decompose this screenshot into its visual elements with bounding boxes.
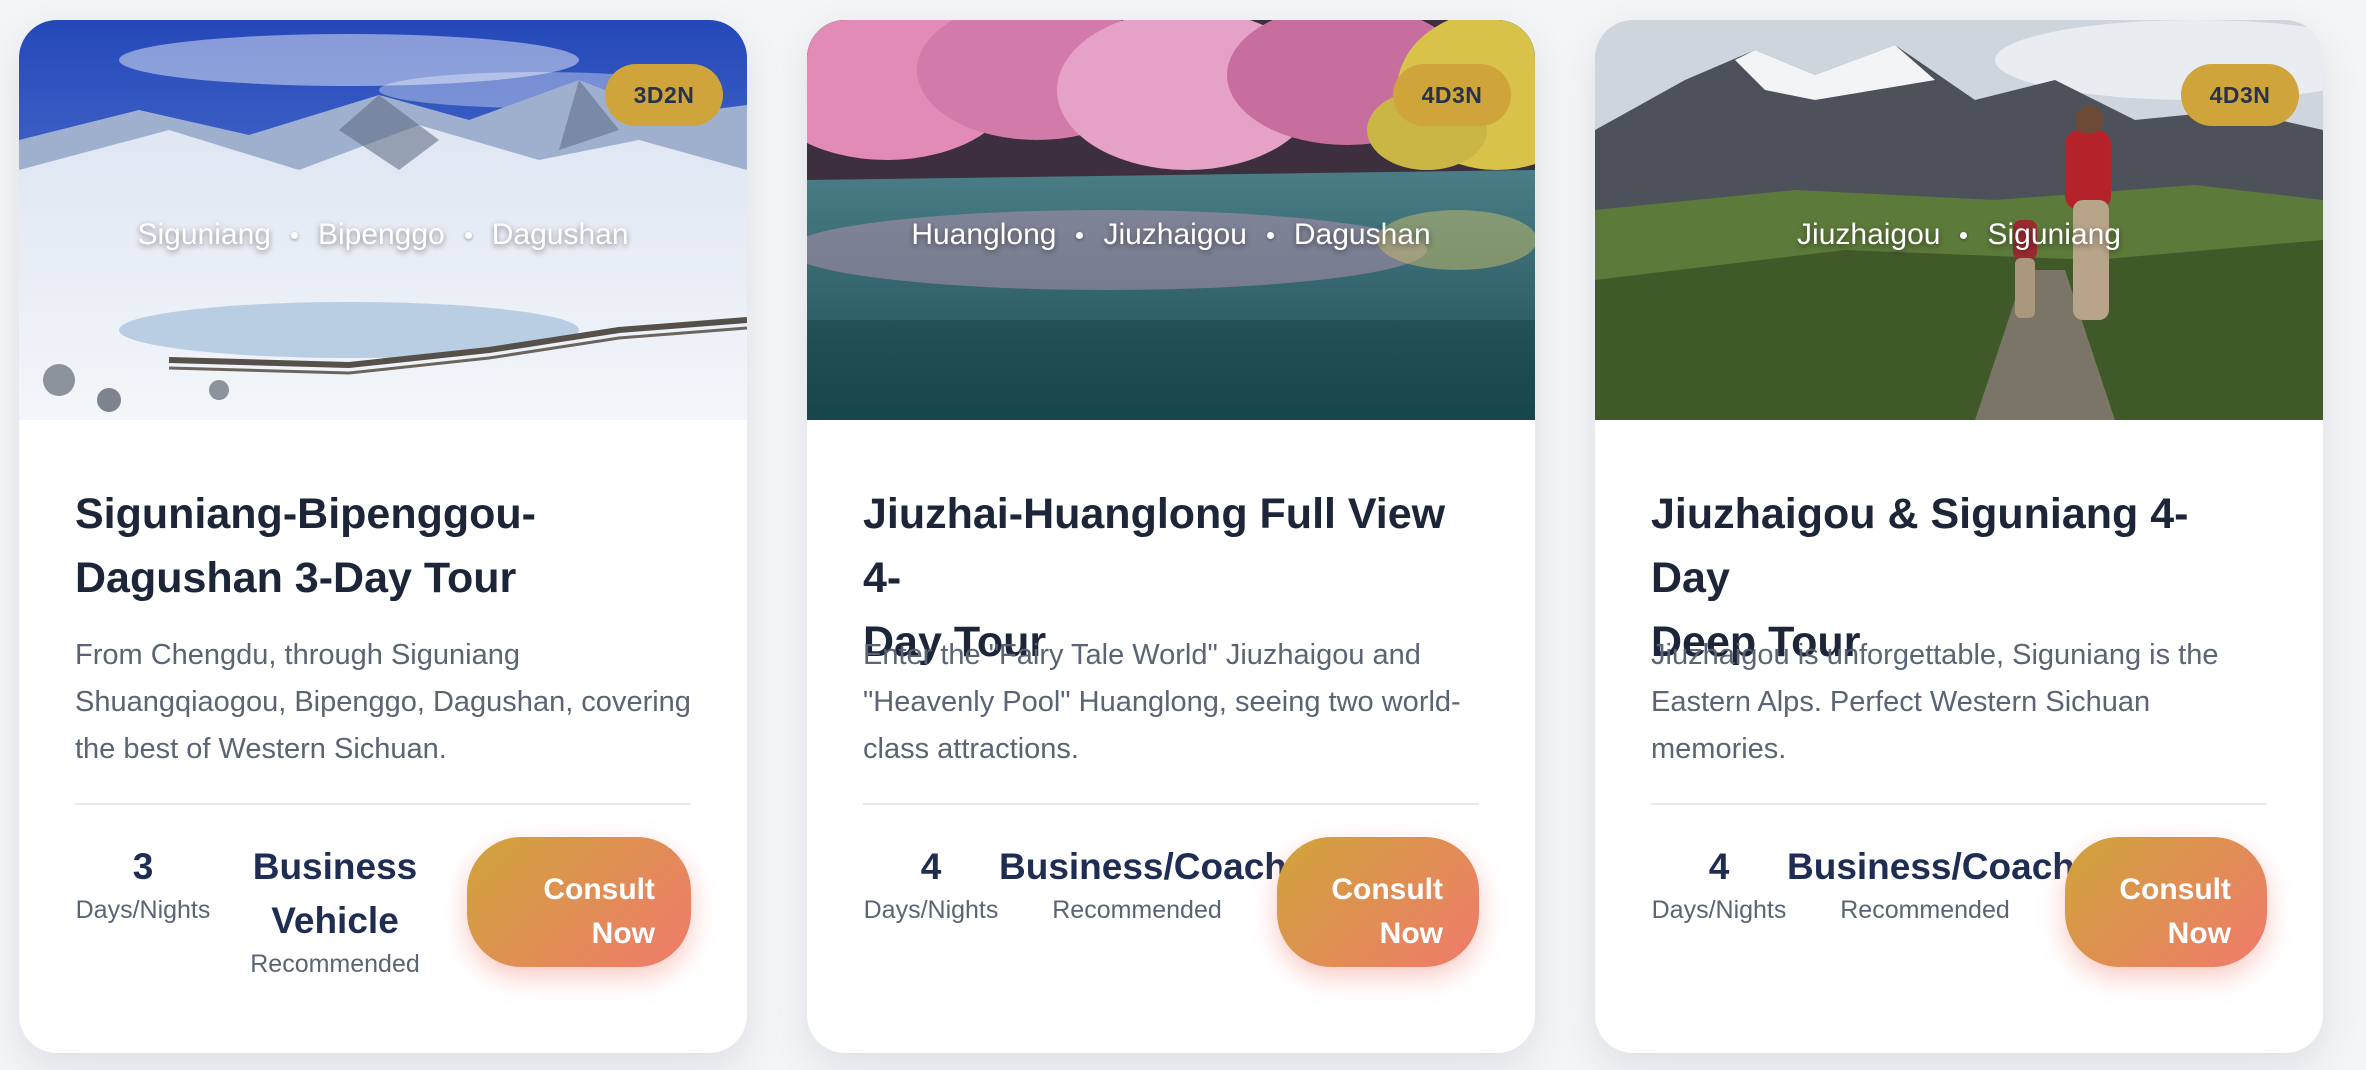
vehicle-stat: Business/Coach Recommended <box>999 840 1287 926</box>
route-stops: Jiuzhaigou Siguniang <box>1595 218 2323 252</box>
tour-description: From Chengdu, through Siguniang Shuangqi… <box>75 639 691 765</box>
route-stops: Siguniang Bipenggo Dagushan <box>19 218 747 252</box>
vehicle-value: Business/Coach <box>1787 846 2075 887</box>
vehicle-value: Vehicle <box>271 900 399 941</box>
tour-card-jiuzhai-huanglong[interactable]: 4D3N Huanglong Jiuzhaigou Dagushan Jiuzh… <box>807 20 1535 1053</box>
tour-title-line: Dagushan 3-Day Tour <box>75 554 517 602</box>
vehicle-stat: Business Vehicle Recommended <box>243 840 427 980</box>
tour-title: Jiuzhai-Huanglong Full View 4- Day Tour <box>863 482 1479 666</box>
route-stop: Dagushan <box>491 218 629 251</box>
route-separator-dot <box>290 231 298 239</box>
duration-badge: 4D3N <box>2181 64 2299 126</box>
route-separator-dot <box>1266 231 1274 239</box>
duration-badge: 3D2N <box>605 64 723 126</box>
vehicle-value: Business/Coach <box>999 846 1287 887</box>
route-separator-dot <box>1076 231 1084 239</box>
tour-title-line: Jiuzhai-Huanglong Full View 4- <box>863 490 1446 602</box>
vehicle-value: Business <box>252 846 418 887</box>
route-stops: Huanglong Jiuzhaigou Dagushan <box>807 218 1535 252</box>
vehicle-label: Recommended <box>1052 896 1222 924</box>
tour-title-line: Siguniang-Bipenggou- <box>75 490 536 538</box>
tour-card-jiuzhaigou-siguniang[interactable]: 4D3N Jiuzhaigou Siguniang Jiuzhaigou & S… <box>1595 20 2323 1053</box>
tour-title: Jiuzhaigou & Siguniang 4-Day Deep Tour <box>1651 482 2267 666</box>
days-stat: 4 Days/Nights <box>1651 840 1787 926</box>
vehicle-stat: Business/Coach Recommended <box>1787 840 2075 926</box>
card-body: Jiuzhai-Huanglong Full View 4- Day Tour … <box>807 420 1535 995</box>
tour-title-line: Jiuzhaigou & Siguniang 4-Day <box>1651 490 2189 602</box>
days-label: Days/Nights <box>1651 896 1787 924</box>
days-label: Days/Nights <box>75 896 211 924</box>
route-stop: Siguniang <box>1987 218 2121 251</box>
card-body: Siguniang-Bipenggou- Dagushan 3-Day Tour… <box>19 420 747 995</box>
days-stat: 3 Days/Nights <box>75 840 211 926</box>
days-label: Days/Nights <box>863 896 999 924</box>
route-stop: Huanglong <box>911 218 1057 251</box>
tour-image: 4D3N Huanglong Jiuzhaigou Dagushan <box>807 20 1535 420</box>
days-value: 4 <box>920 846 942 887</box>
days-value: 4 <box>1708 846 1730 887</box>
route-stop: Dagushan <box>1293 218 1431 251</box>
route-stop: Bipenggo <box>317 218 445 251</box>
tour-description: Enter the "Fairy Tale World" Jiuzhaigou … <box>863 639 1461 765</box>
route-stop: Jiuzhaigou <box>1103 218 1247 251</box>
tour-image: 3D2N Siguniang Bipenggo Dagushan <box>19 20 747 420</box>
route-separator-dot <box>464 231 472 239</box>
tour-cards-row: 3D2N Siguniang Bipenggo Dagushan Sigunia… <box>0 0 2366 1070</box>
vehicle-label: Recommended <box>1840 896 2010 924</box>
tour-image: 4D3N Jiuzhaigou Siguniang <box>1595 20 2323 420</box>
card-body: Jiuzhaigou & Siguniang 4-Day Deep Tour J… <box>1595 420 2323 995</box>
route-stop: Jiuzhaigou <box>1797 218 1941 251</box>
card-footer: 3 Days/Nights Business Vehicle Recommend… <box>75 805 691 995</box>
tour-description: Jiuzhaigou is unforgettable, Siguniang i… <box>1651 639 2219 765</box>
route-separator-dot <box>1960 231 1968 239</box>
days-value: 3 <box>132 846 154 887</box>
tour-title: Siguniang-Bipenggou- Dagushan 3-Day Tour <box>75 482 691 610</box>
consult-now-button[interactable]: Consult Now <box>1277 837 1479 967</box>
tour-card-siguniang[interactable]: 3D2N Siguniang Bipenggo Dagushan Sigunia… <box>19 20 747 1053</box>
card-footer: 4 Days/Nights Business/Coach Recommended… <box>1651 805 2267 995</box>
days-stat: 4 Days/Nights <box>863 840 999 926</box>
consult-now-button[interactable]: Consult Now <box>2065 837 2267 967</box>
vehicle-label: Recommended <box>250 950 420 978</box>
consult-now-button[interactable]: Consult Now <box>467 837 691 967</box>
duration-badge: 4D3N <box>1393 64 1511 126</box>
card-footer: 4 Days/Nights Business/Coach Recommended… <box>863 805 1479 995</box>
route-stop: Siguniang <box>137 218 271 251</box>
